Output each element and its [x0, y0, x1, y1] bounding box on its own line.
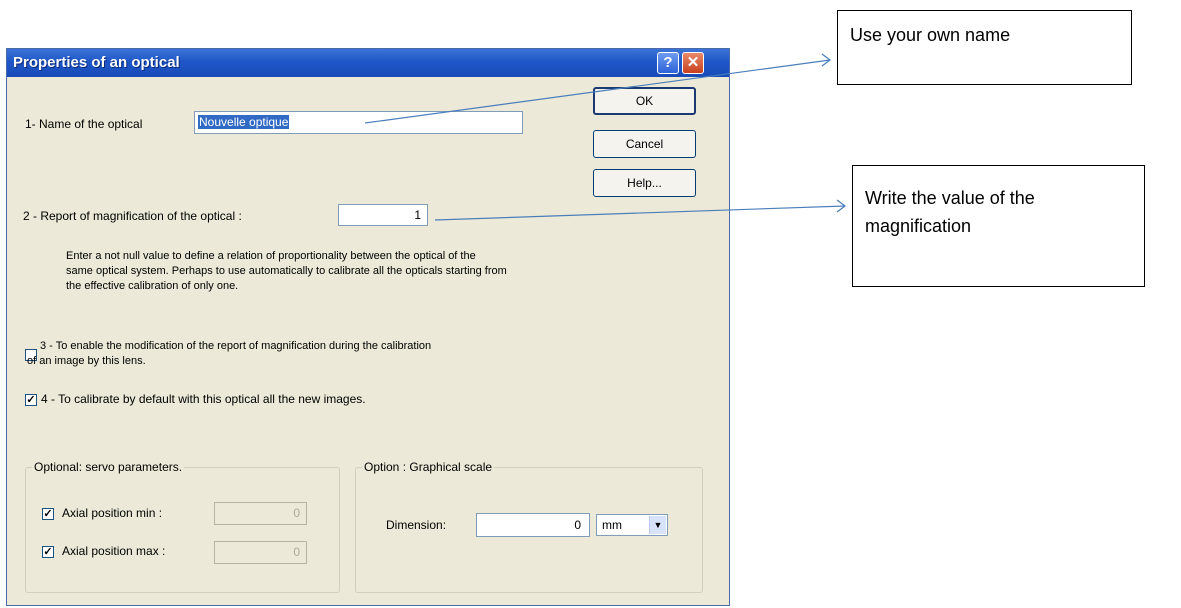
arrow-to-magnification — [434, 205, 846, 221]
annotation-arrows — [364, 53, 846, 221]
arrow-to-name — [364, 59, 831, 124]
